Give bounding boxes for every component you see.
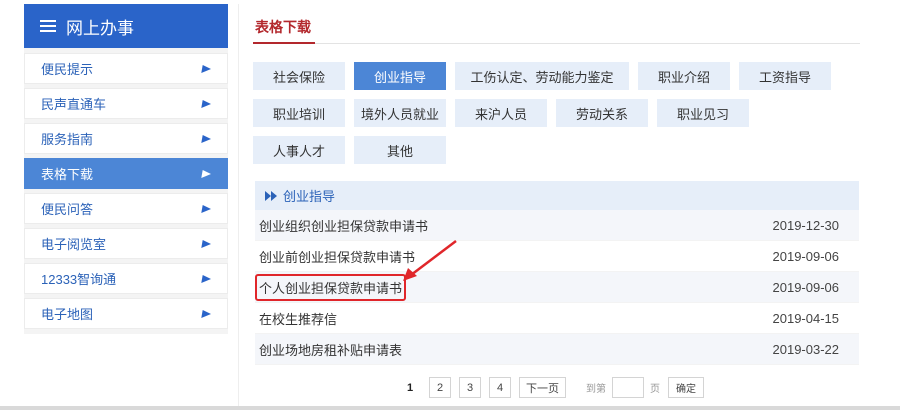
list-header-label: 创业指导 <box>283 189 336 204</box>
page-title: 表格下载 <box>253 14 315 44</box>
sidebar-item-form-download[interactable]: 表格下载 <box>24 158 228 189</box>
category-labor-relations[interactable]: 劳动关系 <box>556 99 648 127</box>
sidebar-item-label: 便民问答 <box>41 202 94 217</box>
page-4-button[interactable]: 4 <box>489 377 511 398</box>
list-item-highlighted[interactable]: 个人创业担保贷款申请书 2019-09-06 <box>255 272 859 303</box>
sidebar-item-reading-room[interactable]: 电子阅览室 <box>24 228 228 259</box>
form-list: 创业组织创业担保贷款申请书 2019-12-30 创业前创业担保贷款申请书 20… <box>255 210 859 365</box>
sidebar-item-12333[interactable]: 12333智询通 <box>24 263 228 294</box>
category-foreign-employment[interactable]: 境外人员就业 <box>354 99 446 127</box>
sidebar-item-label: 服务指南 <box>41 132 94 147</box>
pagination: 1 2 3 4 下一页 到第 页 确定 <box>399 377 704 398</box>
category-row: 职业培训 境外人员就业 来沪人员 劳动关系 职业见习 <box>253 99 863 127</box>
category-other[interactable]: 其他 <box>354 136 446 164</box>
sidebar: 网上办事 便民提示 民声直通车 服务指南 表格下载 便民问答 电子阅览室 123… <box>24 4 228 334</box>
page-1-button[interactable]: 1 <box>399 377 421 398</box>
sidebar-title: 网上办事 <box>66 18 134 38</box>
form-name[interactable]: 个人创业担保贷款申请书 <box>255 273 407 301</box>
list-item[interactable]: 创业场地房租补贴申请表 2019-03-22 <box>255 334 859 365</box>
list-item[interactable]: 创业前创业担保贷款申请书 2019-09-06 <box>255 241 859 272</box>
category-social-insurance[interactable]: 社会保险 <box>253 62 345 90</box>
form-date: 2019-12-30 <box>772 217 840 233</box>
form-date: 2019-03-22 <box>772 341 840 357</box>
main-panel: 表格下载 社会保险 创业指导 工伤认定、劳动能力鉴定 职业介绍 工资指导 职业培… <box>238 4 870 410</box>
arrow-right-icon <box>201 64 212 73</box>
sidebar-item-minsheng[interactable]: 民声直通车 <box>24 88 228 119</box>
list-header: 创业指导 <box>255 181 859 210</box>
form-name[interactable]: 创业前创业担保贷款申请书 <box>259 247 415 266</box>
category-injury-assessment[interactable]: 工伤认定、劳动能力鉴定 <box>455 62 629 90</box>
form-date: 2019-04-15 <box>772 310 840 326</box>
category-migrants[interactable]: 来沪人员 <box>455 99 547 127</box>
arrow-right-icon <box>201 204 212 213</box>
arrow-right-icon <box>201 169 212 178</box>
arrow-right-icon <box>201 309 212 318</box>
category-job-referral[interactable]: 职业介绍 <box>638 62 730 90</box>
category-training[interactable]: 职业培训 <box>253 99 345 127</box>
form-date: 2019-09-06 <box>772 279 840 295</box>
arrow-right-icon <box>201 134 212 143</box>
arrow-right-icon <box>201 99 212 108</box>
category-row: 社会保险 创业指导 工伤认定、劳动能力鉴定 职业介绍 工资指导 <box>253 62 863 90</box>
next-page-button[interactable]: 下一页 <box>519 377 566 398</box>
goto-label: 到第 <box>586 384 606 395</box>
goto-page-input[interactable] <box>612 377 644 398</box>
sidebar-item-bianmin-tishi[interactable]: 便民提示 <box>24 53 228 84</box>
category-entrepreneurship[interactable]: 创业指导 <box>354 62 446 90</box>
sidebar-header: 网上办事 <box>24 4 228 48</box>
page-unit-label: 页 <box>650 384 660 395</box>
menu-icon <box>40 19 56 33</box>
sidebar-item-label: 电子地图 <box>41 307 94 322</box>
list-item[interactable]: 创业组织创业担保贷款申请书 2019-12-30 <box>255 210 859 241</box>
form-name[interactable]: 创业组织创业担保贷款申请书 <box>259 216 428 235</box>
arrow-right-icon <box>201 274 212 283</box>
form-name[interactable]: 在校生推荐信 <box>259 309 337 328</box>
sidebar-item-label: 电子阅览室 <box>41 237 107 252</box>
category-wage-guidance[interactable]: 工资指导 <box>739 62 831 90</box>
category-internship[interactable]: 职业见习 <box>657 99 749 127</box>
form-name[interactable]: 创业场地房租补贴申请表 <box>259 340 402 359</box>
sidebar-item-label: 便民提示 <box>41 62 94 77</box>
sidebar-item-faq[interactable]: 便民问答 <box>24 193 228 224</box>
sidebar-item-service-guide[interactable]: 服务指南 <box>24 123 228 154</box>
category-row: 人事人才 其他 <box>253 136 863 164</box>
title-bar: 表格下载 <box>253 14 860 44</box>
category-hr-talent[interactable]: 人事人才 <box>253 136 345 164</box>
sidebar-item-label: 民声直通车 <box>41 97 107 112</box>
bottom-divider <box>0 406 900 410</box>
page-2-button[interactable]: 2 <box>429 377 451 398</box>
category-tabs: 社会保险 创业指导 工伤认定、劳动能力鉴定 职业介绍 工资指导 职业培训 境外人… <box>253 62 863 173</box>
page-3-button[interactable]: 3 <box>459 377 481 398</box>
confirm-button[interactable]: 确定 <box>668 377 704 398</box>
form-date: 2019-09-06 <box>772 248 840 264</box>
sidebar-item-label: 表格下载 <box>41 167 94 182</box>
sidebar-list: 便民提示 民声直通车 服务指南 表格下载 便民问答 电子阅览室 12333智询通… <box>24 53 228 329</box>
sidebar-item-map[interactable]: 电子地图 <box>24 298 228 329</box>
list-item[interactable]: 在校生推荐信 2019-04-15 <box>255 303 859 334</box>
sidebar-item-label: 12333智询通 <box>41 272 117 287</box>
arrow-right-icon <box>201 239 212 248</box>
double-arrow-icon <box>265 190 277 201</box>
